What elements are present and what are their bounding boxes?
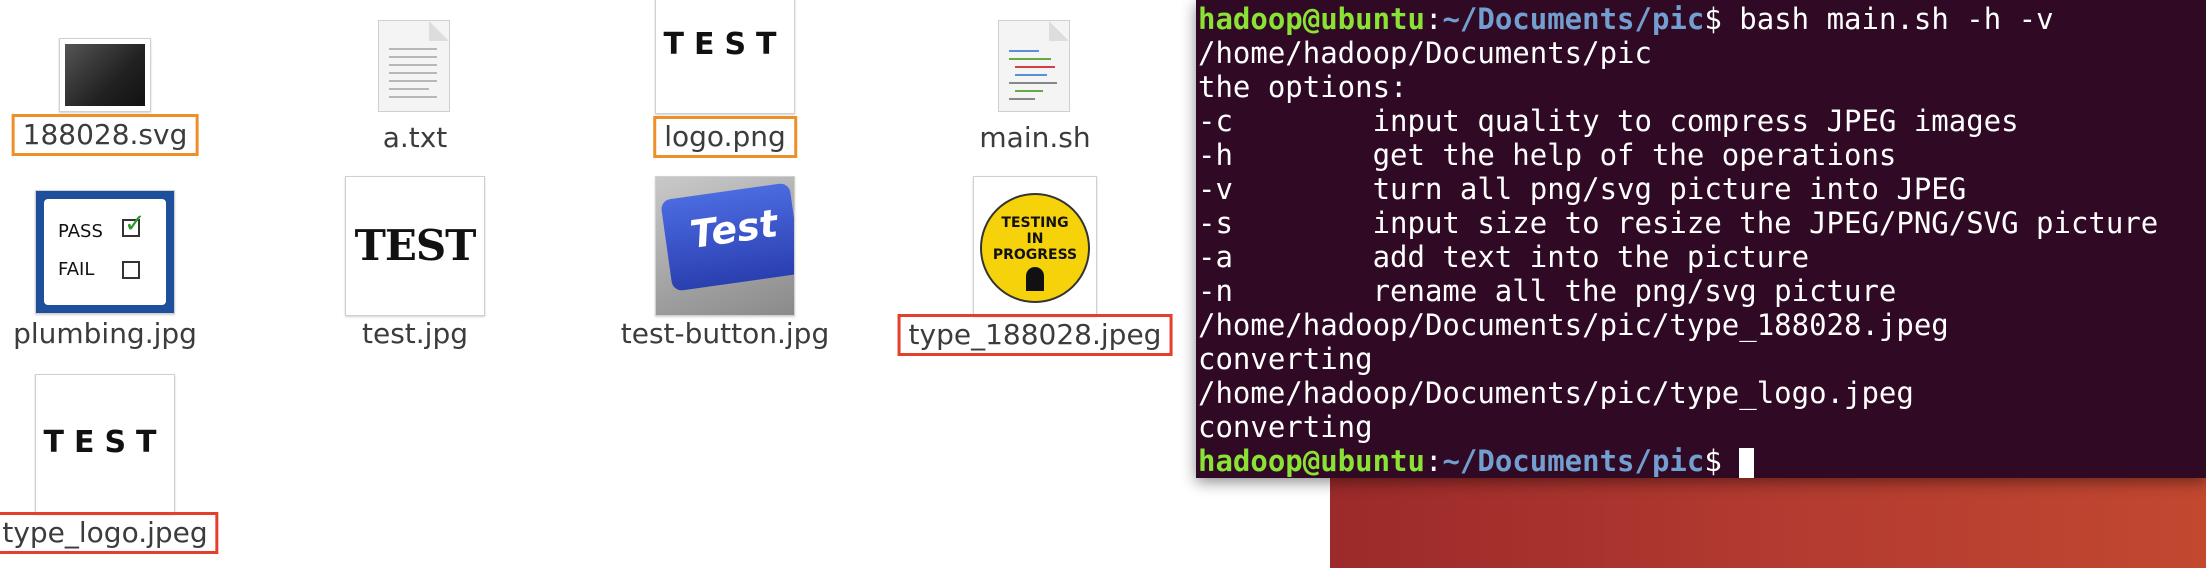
file-item-type-188028-jpeg[interactable]: TESTING IN PROGRESS type_188028.jpeg <box>890 176 1180 380</box>
desktop-wallpaper <box>1330 470 2206 568</box>
file-item-a-txt[interactable]: a.txt <box>270 0 560 190</box>
file-label: test-button.jpg <box>620 317 830 350</box>
terminal-output-line: -n rename all the png/svg picture <box>1198 274 1897 308</box>
file-item-logo-png[interactable]: TEST logo.png <box>580 0 870 190</box>
terminal-cursor <box>1739 448 1755 478</box>
terminal-output-line: -h get the help of the operations <box>1198 138 1897 172</box>
terminal-output-line: -c input quality to compress JPEG images <box>1198 104 2019 138</box>
file-label: test.jpg <box>362 317 468 350</box>
terminal-command-line: hadoop@ubuntu:~/Documents/pic$ bash main… <box>1198 2 2054 36</box>
file-item-type-logo-jpeg[interactable]: TEST type_logo.jpeg <box>0 374 250 566</box>
file-item-main-sh[interactable]: main.sh <box>890 0 1180 190</box>
file-item-188028-svg[interactable]: 188028.svg <box>0 0 250 190</box>
text-file-icon <box>378 20 450 112</box>
terminal-prompt-line[interactable]: hadoop@ubuntu:~/Documents/pic$ <box>1198 444 2206 478</box>
file-label: type_logo.jpeg <box>0 512 219 554</box>
file-label: main.sh <box>979 121 1091 154</box>
logo-thumbnail: TEST <box>655 0 795 114</box>
terminal-output-line: -a add text into the picture <box>1198 240 1810 274</box>
testing-in-progress-thumbnail: TESTING IN PROGRESS <box>973 176 1097 316</box>
plumbing-thumbnail: PASS ✓ FAIL <box>35 190 175 314</box>
file-manager-view: 188028.svg a.txt TEST logo.png main.sh P… <box>0 0 1330 568</box>
test-thumbnail: TEST <box>345 176 485 316</box>
terminal-window[interactable]: hadoop@ubuntu:~/Documents/pic$ bash main… <box>1196 0 2206 478</box>
terminal-output-line: -s input size to resize the JPEG/PNG/SVG… <box>1198 206 2159 240</box>
terminal-output-line: -v turn all png/svg picture into JPEG <box>1198 172 1967 206</box>
type-logo-thumbnail: TEST <box>35 374 175 514</box>
file-label: type_188028.jpeg <box>897 314 1173 356</box>
terminal-output-line: the options: <box>1198 70 1408 104</box>
file-label: logo.png <box>653 116 797 158</box>
file-item-test-button-jpg[interactable]: Test test-button.jpg <box>580 176 870 380</box>
terminal-output-line: /home/hadoop/Documents/pic/type_logo.jpe… <box>1198 376 1914 410</box>
file-label: plumbing.jpg <box>13 317 197 350</box>
terminal-output-line: /home/hadoop/Documents/pic <box>1198 36 1652 70</box>
file-item-test-jpg[interactable]: TEST test.jpg <box>270 176 560 380</box>
test-button-thumbnail: Test <box>655 176 795 316</box>
terminal-output-line: converting <box>1198 410 1373 444</box>
terminal-output-line: converting <box>1198 342 1373 376</box>
file-label: a.txt <box>382 121 448 154</box>
svg-thumbnail <box>59 38 151 112</box>
terminal-output-line: /home/hadoop/Documents/pic/type_188028.j… <box>1198 308 1949 342</box>
file-item-plumbing-jpg[interactable]: PASS ✓ FAIL plumbing.jpg <box>0 190 250 380</box>
file-label: 188028.svg <box>11 114 199 156</box>
script-file-icon <box>998 20 1070 112</box>
